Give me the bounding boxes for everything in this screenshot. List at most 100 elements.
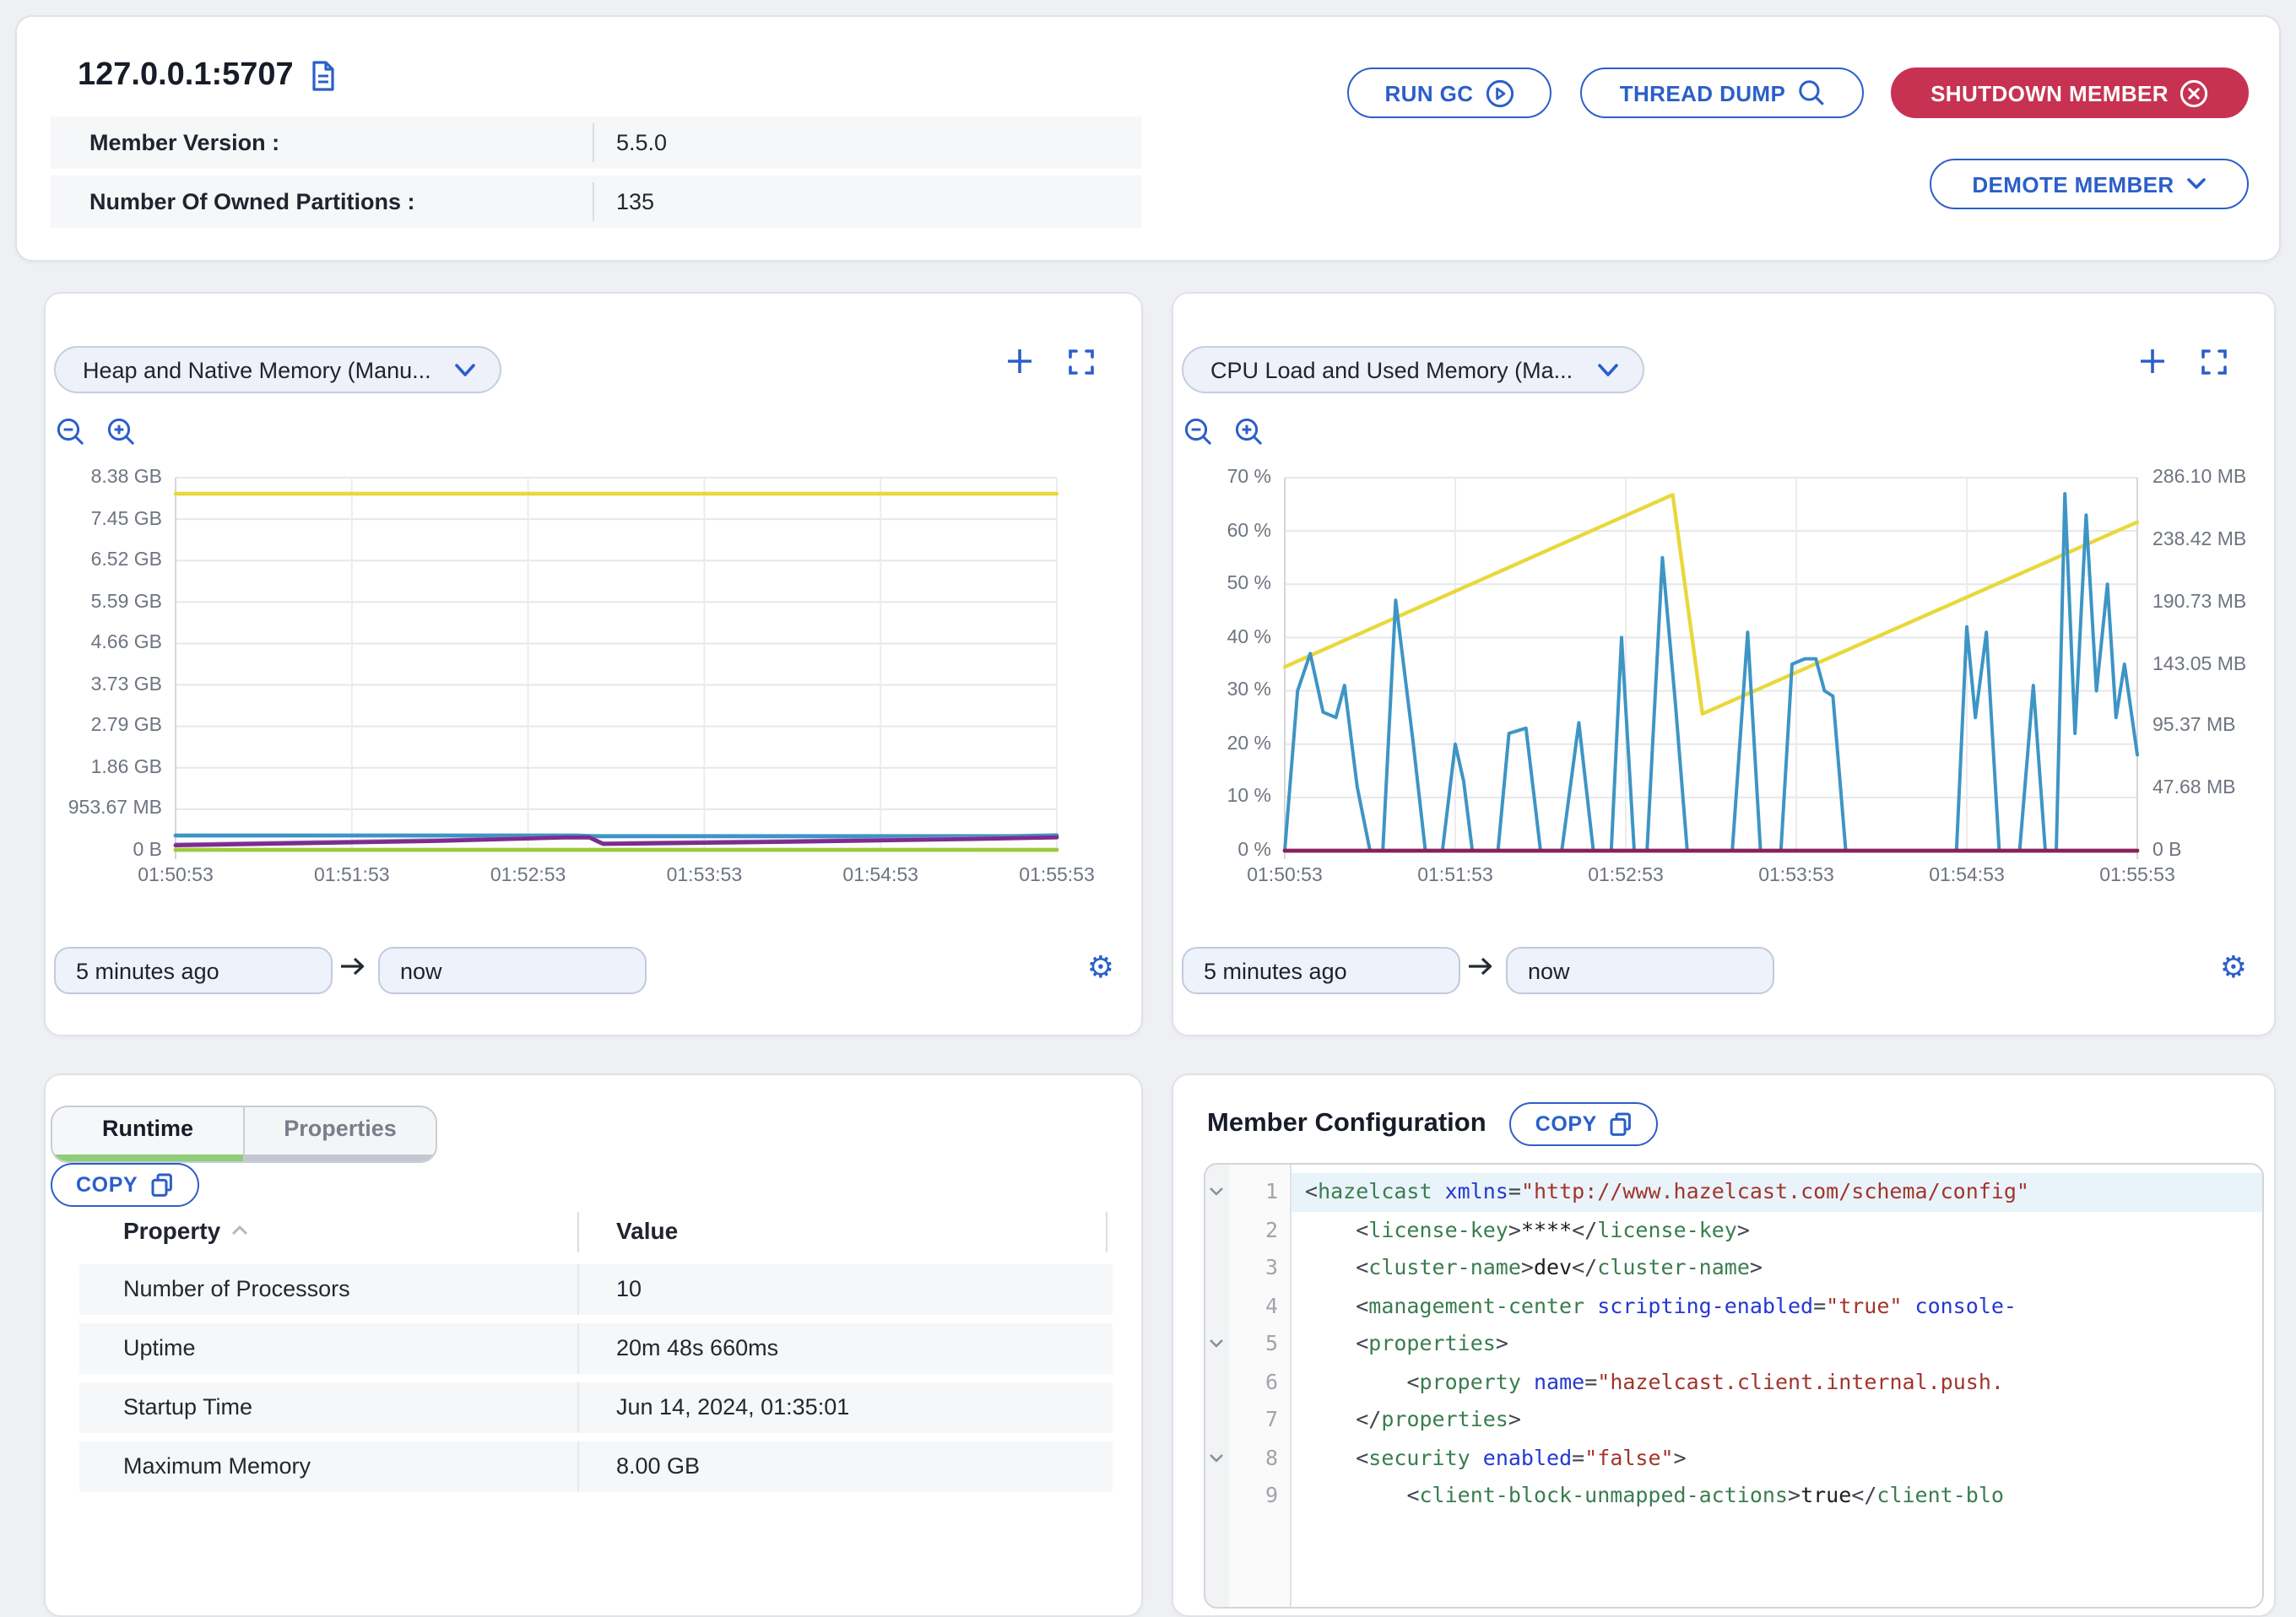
y-axis-tick-label: 40 % (1153, 625, 1271, 649)
demote-member-button[interactable]: DEMOTE MEMBER (1930, 159, 2249, 209)
column-divider (577, 1212, 579, 1252)
member-info-table: Member Version : 5.5.0 Number Of Owned Par… (51, 116, 1141, 235)
fold-chevron-icon[interactable] (1209, 1452, 1224, 1463)
chart-metric-select[interactable]: Heap and Native Memory (Manu... (54, 346, 502, 393)
info-label: Number Of Owned Partitions : (89, 189, 415, 214)
value-cell: Jun 14, 2024, 01:35:01 (616, 1394, 849, 1420)
value-cell: 8.00 GB (616, 1453, 700, 1479)
time-range-to-input[interactable]: now (378, 947, 647, 994)
fold-chevron-icon[interactable] (1209, 1187, 1224, 1197)
x-axis-tick-label: 01:52:53 (469, 864, 588, 888)
play-circle-icon (1485, 78, 1514, 107)
thread-dump-button[interactable]: THREAD DUMP (1580, 68, 1864, 118)
tab-runtime[interactable]: Runtime (52, 1107, 243, 1161)
code-line: <properties> (1292, 1325, 2262, 1363)
code-line: <cluster-name>dev</cluster-name> (1292, 1249, 2262, 1287)
y-axis-tick-label: 953.67 MB (44, 798, 162, 821)
runtime-panel-card: Runtime Properties COPY Property Value N… (44, 1073, 1143, 1617)
column-value: Value (616, 1217, 678, 1244)
fullscreen-icon[interactable] (1069, 349, 1094, 375)
arrow-right-icon (1467, 955, 1494, 977)
line-number: 8 (1265, 1439, 1278, 1477)
chart-plot[interactable] (176, 478, 1057, 851)
column-property-label: Property (123, 1217, 220, 1244)
value-cell: 10 (616, 1276, 642, 1301)
property-cell: Number of Processors (123, 1276, 350, 1301)
y2-axis-tick-label: 47.68 MB (2152, 776, 2235, 800)
x-axis-tick-label: 01:51:53 (293, 864, 411, 888)
document-icon[interactable] (311, 61, 336, 91)
chart-metric-value: CPU Load and Used Memory (Ma... (1210, 357, 1573, 382)
chart-settings-gear-icon[interactable]: ⚙ (1087, 945, 1114, 992)
copy-label: COPY (76, 1173, 138, 1197)
column-divider (577, 1382, 579, 1433)
shutdown-member-button[interactable]: SHUTDOWN MEMBER (1891, 68, 2249, 118)
zoom-out-icon[interactable] (1183, 417, 1214, 447)
run-gc-button[interactable]: RUN GC (1347, 68, 1551, 118)
y-axis-tick-label: 6.52 GB (44, 549, 162, 572)
line-number: 4 (1265, 1287, 1278, 1325)
line-number: 7 (1265, 1401, 1278, 1439)
chart-metric-value: Heap and Native Memory (Manu... (83, 357, 431, 382)
chart-settings-gear-icon[interactable]: ⚙ (2220, 945, 2247, 992)
time-from-value: 5 minutes ago (76, 958, 219, 983)
chart-plot[interactable] (1285, 478, 2137, 851)
x-circle-icon (2180, 78, 2209, 107)
fold-chevron-icon[interactable] (1209, 1338, 1224, 1349)
y-axis-tick-label: 30 % (1153, 679, 1271, 703)
shutdown-label: SHUTDOWN MEMBER (1930, 80, 2169, 105)
info-value: 135 (616, 189, 654, 214)
y-axis-tick-label: 60 % (1153, 519, 1271, 543)
property-cell: Startup Time (123, 1394, 252, 1420)
time-to-value: now (400, 958, 442, 983)
info-value: 5.5.0 (616, 130, 667, 155)
y-axis-tick-label: 2.79 GB (44, 715, 162, 738)
y-axis-tick-label: 0 % (1153, 839, 1271, 863)
line-number: 1 (1265, 1173, 1278, 1211)
tab-properties[interactable]: Properties (243, 1107, 436, 1161)
fullscreen-icon[interactable] (2201, 349, 2227, 375)
x-axis-tick-label: 01:54:53 (821, 864, 940, 888)
runtime-tabs: Runtime Properties (51, 1106, 437, 1163)
line-number: 2 (1265, 1211, 1278, 1249)
time-to-value: now (1528, 958, 1570, 983)
member-info-row: Member Version : 5.5.0 (51, 116, 1141, 169)
search-icon (1797, 79, 1824, 106)
y2-axis-tick-label: 286.10 MB (2152, 466, 2246, 489)
table-row: Number of Processors 10 (79, 1264, 1113, 1315)
column-divider (1106, 1212, 1107, 1252)
property-cell: Uptime (123, 1335, 196, 1360)
time-range-from-input[interactable]: 5 minutes ago (54, 947, 333, 994)
add-chart-icon[interactable] (1006, 348, 1033, 375)
chevron-down-icon (1596, 362, 1618, 377)
copy-configuration-button[interactable]: COPY (1510, 1102, 1658, 1146)
value-cell: 20m 48s 660ms (616, 1335, 778, 1360)
x-axis-tick-label: 01:50:53 (1226, 864, 1344, 888)
copy-runtime-button[interactable]: COPY (51, 1163, 198, 1207)
member-info-row: Number Of Owned Partitions : 135 (51, 176, 1141, 228)
configuration-code-editor[interactable]: 123456789 <hazelcast xmlns="http://www.h… (1204, 1163, 2264, 1609)
series-used-memory (1285, 495, 2137, 714)
code-line-numbers: 123456789 (1229, 1165, 1292, 1607)
x-axis-tick-label: 01:50:53 (116, 864, 235, 888)
copy-icon (1609, 1111, 1633, 1137)
info-label: Member Version : (89, 130, 279, 155)
y-axis-tick-label: 1.86 GB (44, 756, 162, 780)
time-range-to-input[interactable]: now (1506, 947, 1774, 994)
x-axis-tick-label: 01:55:53 (998, 864, 1116, 888)
zoom-in-icon[interactable] (1234, 417, 1264, 447)
table-row: Maximum Memory8.00 GB (79, 1441, 1113, 1492)
add-chart-icon[interactable] (2139, 348, 2166, 375)
page-title: 127.0.0.1:5707 (78, 57, 336, 95)
runtime-table-header: Property Value (79, 1212, 1113, 1256)
y-axis-tick-label: 70 % (1153, 466, 1271, 489)
zoom-out-icon[interactable] (56, 417, 86, 447)
chart-metric-select[interactable]: CPU Load and Used Memory (Ma... (1182, 346, 1643, 393)
cpu-memory-chart-card: CPU Load and Used Memory (Ma... 5 minute… (1172, 292, 2276, 1036)
time-range-from-input[interactable]: 5 minutes ago (1182, 947, 1460, 994)
member-configuration-card: Member Configuration COPY 123456789 <haz… (1172, 1073, 2276, 1617)
column-property[interactable]: Property (123, 1217, 247, 1244)
time-from-value: 5 minutes ago (1204, 958, 1347, 983)
zoom-in-icon[interactable] (106, 417, 137, 447)
y2-axis-tick-label: 238.42 MB (2152, 528, 2246, 552)
